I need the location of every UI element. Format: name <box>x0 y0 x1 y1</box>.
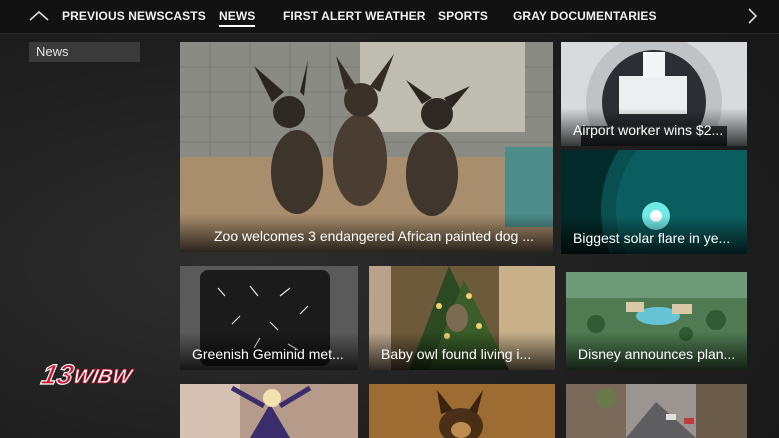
station-logo: 13 WIBW <box>38 358 136 391</box>
news-card[interactable]: Biggest solar flare in ye... <box>561 150 747 254</box>
performer-on-stage-thumbnail <box>180 384 358 438</box>
news-card[interactable]: Airport worker wins $2... <box>561 42 747 146</box>
card-title: Greenish Geminid met... <box>192 346 344 362</box>
top-nav-bar: PREVIOUS NEWSCASTS NEWS FIRST ALERT WEAT… <box>0 0 779 34</box>
sidebar-item-news[interactable]: News <box>29 42 140 62</box>
card-title: Zoo welcomes 3 endangered African painte… <box>214 228 534 244</box>
news-card[interactable]: Baby owl found living i... <box>369 266 555 370</box>
card-title: Biggest solar flare in ye... <box>573 230 731 246</box>
card-title: Airport worker wins $2... <box>573 122 724 138</box>
news-card[interactable] <box>369 384 555 438</box>
city-street-thumbnail <box>566 384 747 438</box>
news-card[interactable]: Disney announces plan... <box>566 272 747 370</box>
nav-tab-gray-documentaries[interactable]: GRAY DOCUMENTARIES <box>513 9 657 23</box>
chevron-right-icon[interactable] <box>744 6 760 26</box>
news-card[interactable] <box>180 384 358 438</box>
news-card[interactable] <box>566 384 747 438</box>
nav-tab-first-alert-weather[interactable]: FIRST ALERT WEATHER <box>283 9 426 23</box>
nav-tab-news[interactable]: NEWS <box>219 9 256 27</box>
nav-tab-previous-newscasts[interactable]: PREVIOUS NEWSCASTS <box>62 9 206 23</box>
card-title: Baby owl found living i... <box>381 346 532 362</box>
chevron-up-icon[interactable] <box>28 8 50 24</box>
german-shepherd-thumbnail <box>369 384 555 438</box>
nav-tab-sports[interactable]: SPORTS <box>438 9 488 23</box>
svg-text:WIBW: WIBW <box>71 366 135 388</box>
card-title: Disney announces plan... <box>578 346 736 362</box>
news-card[interactable]: Greenish Geminid met... <box>180 266 358 370</box>
news-card-featured[interactable]: Zoo welcomes 3 endangered African painte… <box>180 42 553 252</box>
